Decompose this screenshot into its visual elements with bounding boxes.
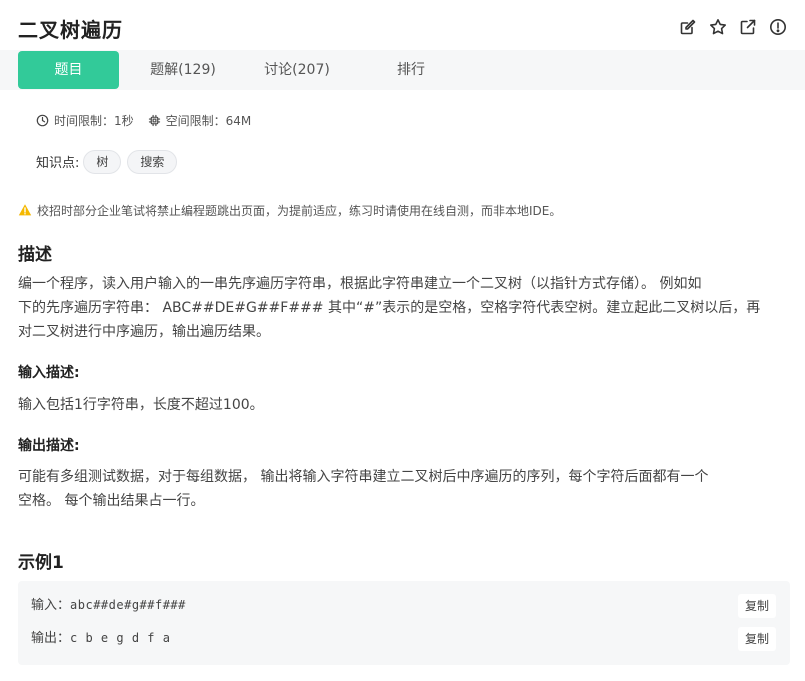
example-output-value: c b e g d f a [70,631,171,645]
info-icon[interactable] [769,18,787,36]
tab-bar: 题目 题解(129) 讨论(207) 排行 [0,50,805,90]
example-box: 输入：abc##de#g##f### 复制 输出：c b e g d f a 复… [18,581,790,665]
copy-input-button[interactable]: 复制 [738,594,776,618]
description-line: 对二叉树进行中序遍历，输出遍历结果。 [18,324,270,340]
output-desc-body: 可能有多组测试数据，对于每组数据， 输出将输入字符串建立二叉树后中序遍历的序列，… [18,465,793,513]
star-icon[interactable] [709,18,727,36]
limits-row: 时间限制：1秒 空间限制：64M [36,111,251,129]
output-desc-line: 可能有多组测试数据，对于每组数据， 输出将输入字符串建立二叉树后中序遍历的序列，… [18,469,709,485]
header-actions [679,18,787,36]
description-heading: 描述 [18,245,52,265]
chip-icon [148,114,160,126]
warning-icon [18,204,32,216]
time-limit: 时间限制：1秒 [36,112,134,129]
example-heading: 示例1 [18,553,64,573]
tab-problem[interactable]: 题目 [18,51,119,89]
knowledge-label: 知识点: [36,156,80,171]
edit-icon[interactable] [679,18,697,36]
example-input-label: 输入： [31,598,71,613]
input-desc-body: 输入包括1行字符串，长度不超过100。 [18,397,264,413]
warning-notice: 校招时部分企业笔试将禁止编程题跳出页面，为提前适应，练习时请使用在线自测，而非本… [18,201,561,219]
description-line: 编一个程序，读入用户输入的一串先序遍历字符串，根据此字符串建立一个二叉树（以指针… [18,276,702,292]
description-line: 下的先序遍历字符串： ABC##DE#G##F### 其中“#”表示的是空格，空… [18,300,761,316]
problem-title: 二叉树遍历 [18,18,123,42]
tab-ranking[interactable]: 排行 [361,51,461,89]
example-input-value: abc##de#g##f### [70,598,186,612]
warning-text: 校招时部分企业笔试将禁止编程题跳出页面，为提前适应，练习时请使用在线自测，而非本… [37,203,562,218]
share-icon[interactable] [739,18,757,36]
output-desc-heading: 输出描述: [18,438,80,454]
example-output-label: 输出： [31,631,71,646]
clock-icon [36,114,49,126]
copy-output-button[interactable]: 复制 [738,627,776,651]
input-desc-heading: 输入描述: [18,365,80,381]
tag-tree[interactable]: 树 [83,149,122,174]
description-body: 编一个程序，读入用户输入的一串先序遍历字符串，根据此字符串建立一个二叉树（以指针… [18,272,793,344]
tab-solutions[interactable]: 题解(129) [133,51,233,89]
tab-discussion[interactable]: 讨论(207) [247,51,347,89]
space-limit-text: 空间限制：64M [165,113,252,128]
space-limit: 空间限制：64M [148,112,252,129]
example-output: 输出：c b e g d f a [31,628,170,648]
example-input: 输入：abc##de#g##f### [31,595,186,615]
output-desc-line: 空格。 每个输出结果占一行。 [18,493,205,509]
time-limit-text: 时间限制：1秒 [54,113,134,128]
tag-search[interactable]: 搜索 [127,149,178,174]
problem-header: 二叉树遍历 [0,0,805,52]
knowledge-points: 知识点: 树 搜索 [36,149,183,174]
